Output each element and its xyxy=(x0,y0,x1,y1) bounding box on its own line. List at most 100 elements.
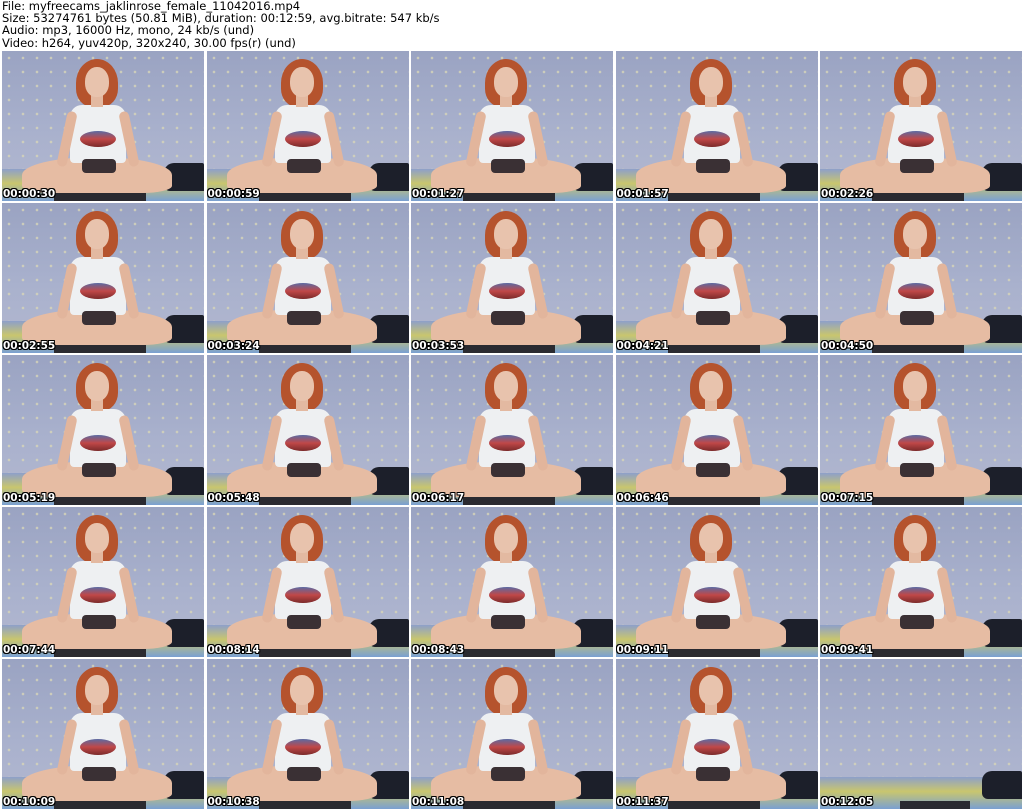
thumbnail-frame-shorts xyxy=(900,311,934,325)
video-thumbnail: 00:03:53 xyxy=(411,203,613,353)
thumbnail-frame-face xyxy=(903,219,927,249)
thumbnail-frame-face xyxy=(698,523,723,553)
video-thumbnail: 00:11:37 xyxy=(615,659,818,809)
thumbnail-timestamp: 00:01:57 xyxy=(616,188,669,200)
thumbnail-frame-laptop xyxy=(54,497,146,505)
video-thumbnail: 00:05:19 xyxy=(2,355,204,505)
thumbnail-frame-print xyxy=(284,283,321,299)
thumbnail-timestamp: 00:05:48 xyxy=(207,492,260,504)
thumbnail-frame-laptop xyxy=(667,801,760,809)
file-info-header: File: myfreecams_jaklinrose_female_11042… xyxy=(2,0,1022,50)
thumbnail-frame-print xyxy=(80,587,116,603)
thumbnail-timestamp: 00:07:15 xyxy=(821,492,874,504)
thumbnail-frame-face xyxy=(698,371,723,401)
thumbnail-frame-shorts xyxy=(491,311,525,325)
video-thumbnail: 00:09:11 xyxy=(615,507,818,657)
thumbnail-frame-laptop xyxy=(463,345,555,353)
thumbnail-frame-laptop xyxy=(872,345,964,353)
thumbnail-frame-print xyxy=(693,283,730,299)
thumbnail-frame-print xyxy=(489,283,525,299)
thumbnail-frame-print xyxy=(898,283,934,299)
thumbnail-frame-face xyxy=(494,371,518,401)
video-thumbnail: 00:06:46 xyxy=(615,355,818,505)
video-thumbnail: 00:01:57 xyxy=(615,51,818,201)
thumbnail-frame-face xyxy=(85,219,109,249)
thumbnail-timestamp: 00:08:43 xyxy=(412,644,465,656)
thumbnail-frame-print xyxy=(489,587,525,603)
thumbnail-frame-shorts xyxy=(286,767,321,781)
thumbnail-frame-laptop xyxy=(667,649,760,657)
thumbnail-timestamp: 00:04:50 xyxy=(821,340,874,352)
thumbnail-timestamp: 00:00:30 xyxy=(3,188,56,200)
video-thumbnail: 00:09:41 xyxy=(820,507,1022,657)
thumbnail-timestamp: 00:11:08 xyxy=(412,796,465,808)
video-thumbnail: 00:04:50 xyxy=(820,203,1022,353)
thumbnail-frame-print xyxy=(80,435,116,451)
thumbnail-grid: 00:00:30 00:00:59 00:01:27 00:01:57 00:02:26… xyxy=(2,51,1022,809)
thumbnail-frame-print xyxy=(898,131,934,147)
thumbnail-frame-shorts xyxy=(82,615,116,629)
thumbnail-frame-print xyxy=(693,435,730,451)
thumbnail-frame-face xyxy=(85,523,109,553)
thumbnail-frame-print xyxy=(489,435,525,451)
video-thumbnail: 00:08:43 xyxy=(411,507,613,657)
thumbnail-timestamp: 00:06:17 xyxy=(412,492,465,504)
thumbnail-frame-shorts xyxy=(82,463,116,477)
thumbnail-frame-print xyxy=(80,739,116,755)
thumbnail-timestamp: 00:12:05 xyxy=(821,796,874,808)
thumbnail-frame-print xyxy=(489,739,525,755)
thumbnail-frame-laptop xyxy=(667,345,760,353)
thumbnail-frame-face xyxy=(85,371,109,401)
thumbnail-frame-laptop xyxy=(258,649,351,657)
thumbnail-frame-print xyxy=(693,587,730,603)
thumbnail-frame-face xyxy=(903,523,927,553)
thumbnail-frame-print xyxy=(489,131,525,147)
thumbnail-frame-shorts xyxy=(286,615,321,629)
thumbnail-frame-shorts xyxy=(82,159,116,173)
thumbnail-frame-print xyxy=(284,435,321,451)
thumbnail-timestamp: 00:05:19 xyxy=(3,492,56,504)
thumbnail-frame-shorts xyxy=(82,767,116,781)
thumbnail-frame-laptop xyxy=(463,193,555,201)
thumbnail-frame-laptop xyxy=(258,193,351,201)
thumbnail-timestamp: 00:10:38 xyxy=(207,796,260,808)
video-thumbnail: 00:03:24 xyxy=(206,203,409,353)
thumbnail-frame-face xyxy=(85,67,109,97)
thumbnail-frame-laptop xyxy=(258,801,351,809)
thumbnail-frame-face xyxy=(494,67,518,97)
thumbnail-timestamp: 00:00:59 xyxy=(207,188,260,200)
thumbnail-timestamp: 00:04:21 xyxy=(616,340,669,352)
thumbnail-frame-shorts xyxy=(695,311,730,325)
thumbnail-frame-laptop xyxy=(54,801,146,809)
thumbnail-frame-face xyxy=(289,675,314,705)
video-info-line: Video: h264, yuv420p, 320x240, 30.00 fps… xyxy=(2,35,296,50)
video-thumbnail: 00:02:26 xyxy=(820,51,1022,201)
thumbnail-frame-laptop xyxy=(872,193,964,201)
video-thumbnail: 00:07:15 xyxy=(820,355,1022,505)
thumbnail-frame-laptop xyxy=(667,497,760,505)
thumbnail-timestamp: 00:10:09 xyxy=(3,796,56,808)
thumbnail-frame-laptop xyxy=(54,193,146,201)
thumbnail-frame-face xyxy=(698,67,723,97)
video-thumbnail: 00:10:38 xyxy=(206,659,409,809)
thumbnail-frame-print xyxy=(80,283,116,299)
thumbnail-frame-laptop xyxy=(258,497,351,505)
thumbnail-frame-shorts xyxy=(286,311,321,325)
thumbnail-timestamp: 00:02:26 xyxy=(821,188,874,200)
thumbnail-timestamp: 00:06:46 xyxy=(616,492,669,504)
thumbnail-timestamp: 00:09:41 xyxy=(821,644,874,656)
thumbnail-frame-print xyxy=(693,739,730,755)
thumbnail-frame-shorts xyxy=(286,159,321,173)
video-thumbnail: 00:05:48 xyxy=(206,355,409,505)
video-thumbnail: 00:04:21 xyxy=(615,203,818,353)
video-thumbnail: 00:00:59 xyxy=(206,51,409,201)
video-thumbnail: 00:08:14 xyxy=(206,507,409,657)
thumbnail-frame-print xyxy=(80,131,116,147)
thumbnail-frame-laptop xyxy=(54,345,146,353)
video-thumbnail: 00:02:55 xyxy=(2,203,204,353)
thumbnail-frame-face xyxy=(289,523,314,553)
thumbnail-frame-laptop xyxy=(54,649,146,657)
thumbnail-frame-face xyxy=(289,219,314,249)
thumbnail-frame-shorts xyxy=(286,463,321,477)
video-thumbnail: 00:10:09 xyxy=(2,659,204,809)
